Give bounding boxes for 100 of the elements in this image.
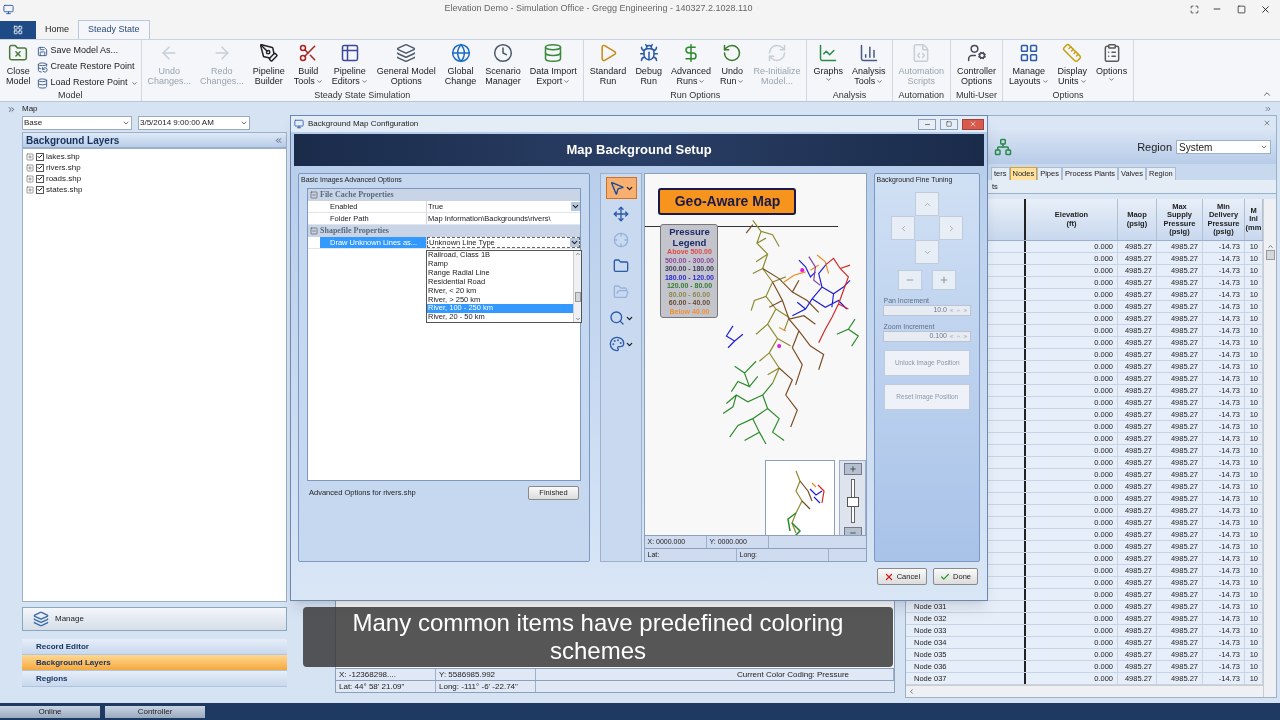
app-menu-button[interactable] [0,21,36,39]
ribbon-button[interactable]: Close Model [3,43,34,90]
nav-item[interactable]: Record Editor [22,639,287,655]
caret-icon [1079,77,1087,85]
layer-label[interactable]: rivers.shp [46,162,81,173]
move-icon [613,206,630,222]
caret-icon [1041,77,1049,85]
region-select[interactable]: System [1176,140,1271,154]
close-icon [969,120,977,128]
ribbon-button[interactable]: Advanced Runs [667,43,714,90]
layer-select[interactable]: Base [22,116,132,130]
close-button[interactable] [962,118,984,130]
expand-icon[interactable] [6,105,16,114]
scroll-thumb[interactable] [1265,250,1275,260]
scroll-down-icon[interactable] [574,316,581,322]
ribbon-button[interactable]: Undo Run [716,43,748,90]
caret-icon [737,77,745,85]
close-icon [1259,3,1271,15]
folder-icon [613,258,630,274]
zoom-in-button[interactable] [932,270,957,290]
app-icon [3,3,14,15]
ribbon-button[interactable]: Options [1093,43,1131,90]
collapse-icon[interactable] [310,191,318,199]
layer-label[interactable]: states.shp [46,184,83,195]
ribbon-button[interactable]: Global Change [441,43,480,90]
pan-up-button[interactable] [915,192,940,216]
tool-button[interactable] [605,177,637,199]
nav-item[interactable]: Regions [22,671,287,687]
status-tab[interactable]: Online [0,705,100,718]
chart-icon [858,43,879,63]
status-text: Y: 5586985.992 [436,669,536,680]
caret-icon [876,77,884,85]
window-title: Elevation Demo - Simulation Office - Gregg Engineering - 140327.2.1028.110 [443,2,754,16]
checkbox[interactable] [36,152,44,161]
ribbon-button[interactable]: Save Model As... [36,44,138,58]
pan-left-button[interactable] [891,216,916,240]
expand-icon[interactable] [1264,104,1272,113]
collapse-icon[interactable] [310,227,318,235]
ribbon-button[interactable]: Controller Options [954,43,1000,90]
spin-icon [949,308,954,313]
ribbon-tab[interactable]: Home [36,20,78,39]
ribbon-button[interactable]: Pipeline Builder [249,43,288,90]
checkbox[interactable] [36,185,44,194]
dialog-title: Background Map Configuration [308,118,420,130]
minimize-button[interactable] [918,118,936,130]
user-gear-icon [966,43,987,63]
status-tab[interactable]: Controller [105,705,205,718]
section-title: Background Layers [26,133,120,148]
ribbon-button[interactable]: General Model Options [373,43,439,90]
caret-icon [1108,76,1116,83]
scroll-up-icon[interactable] [1266,243,1274,250]
group-label: Steady State Simulation [313,90,412,100]
caret-icon [1260,143,1268,151]
spin-icon [963,308,968,313]
ribbon-button[interactable]: Scenario Manager [482,43,524,90]
ribbon-button[interactable]: Manage Layouts [1006,43,1052,90]
refresh-icon [766,43,787,63]
zoom-in-button[interactable] [844,463,862,475]
ribbon-button[interactable]: Standard Run [586,43,630,90]
ribbon-button[interactable]: Display Units [1054,43,1091,90]
ribbon-button[interactable]: Load Restore Point [36,76,138,90]
layer-label[interactable]: lakes.shp [46,151,80,162]
pan-down-button[interactable] [915,240,940,264]
layer-label[interactable]: roads.shp [46,173,82,184]
ribbon-button[interactable]: Build Tools [290,43,326,90]
group-label: Analysis [831,90,868,100]
maximize-button[interactable] [940,118,958,130]
nav-item[interactable]: Background Layers [22,655,287,671]
ribbon-button[interactable]: Pipeline Editors [328,43,371,90]
caret-icon [130,79,138,87]
ribbon-button[interactable]: Analysis Tools [849,43,889,90]
panel-title: Map [22,103,39,115]
status-text: Lat: 44° 58' 21.09" [336,681,436,692]
close-icon[interactable] [1263,119,1271,127]
checkbox[interactable] [36,163,44,172]
ribbon-button[interactable]: Data Import Export [526,43,580,90]
checkbox[interactable] [36,174,44,183]
ribbon-button[interactable]: Debug Run [632,43,665,90]
app-menu-icon [13,25,23,35]
table-icon [339,43,360,63]
status-text: Current Color Coding: Pressure [734,669,894,680]
ribbon-button[interactable]: Create Restore Point [36,60,138,74]
scroll-up-icon[interactable] [574,251,581,257]
close-icon [883,571,894,582]
crosshair-icon [613,232,630,248]
folder-icon [613,284,630,300]
zoom-out-button[interactable] [898,270,923,290]
group-label: Model [57,90,84,100]
collapse-icon[interactable] [274,135,283,145]
ribbon-button[interactable]: Graphs [810,43,846,90]
collapse-icon [1262,89,1272,99]
dropdown-arrow-icon [569,238,579,247]
ribbon-tab[interactable]: Steady State [78,20,150,39]
zoom-slider-thumb[interactable] [847,497,859,507]
date-field[interactable]: 3/5/2014 9:00:00 AM [138,116,250,130]
manage-button[interactable]: Manage [22,607,287,631]
bug-icon [638,43,659,63]
pan-right-button[interactable] [939,216,964,240]
scroll-thumb[interactable] [574,291,581,302]
scroll-left-icon[interactable] [908,688,915,695]
